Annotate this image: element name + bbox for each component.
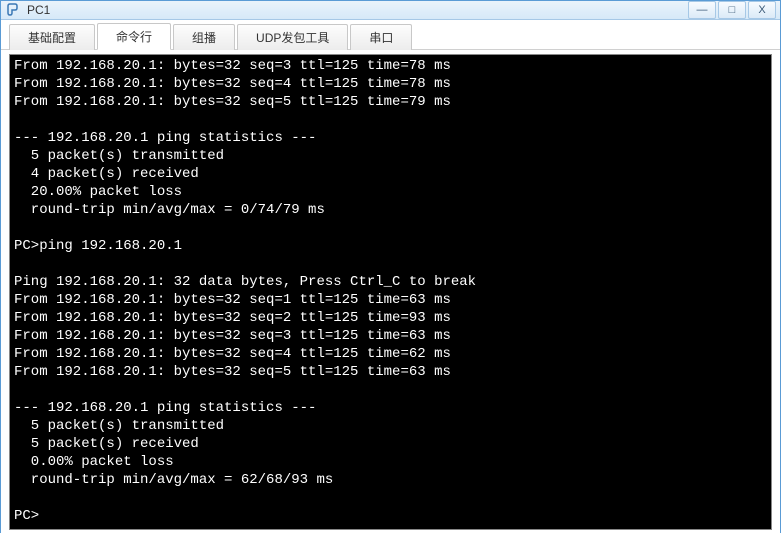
terminal-line bbox=[14, 111, 767, 129]
tab-serial[interactable]: 串口 bbox=[350, 24, 412, 50]
tab-command-line[interactable]: 命令行 bbox=[97, 23, 171, 50]
terminal-line bbox=[14, 219, 767, 237]
app-window: PC1 — □ X 基础配置 命令行 组播 UDP发包工具 串口 From 19… bbox=[0, 0, 781, 533]
terminal-line: round-trip min/avg/max = 0/74/79 ms bbox=[14, 201, 767, 219]
terminal-line: --- 192.168.20.1 ping statistics --- bbox=[14, 129, 767, 147]
terminal-line: From 192.168.20.1: bytes=32 seq=2 ttl=12… bbox=[14, 309, 767, 327]
terminal-line: From 192.168.20.1: bytes=32 seq=4 ttl=12… bbox=[14, 345, 767, 363]
terminal-line: 5 packet(s) transmitted bbox=[14, 147, 767, 165]
minimize-button[interactable]: — bbox=[688, 1, 716, 19]
terminal-line: PC>ping 192.168.20.1 bbox=[14, 237, 767, 255]
terminal-line: 0.00% packet loss bbox=[14, 453, 767, 471]
tab-udp-tool[interactable]: UDP发包工具 bbox=[237, 24, 348, 50]
terminal-line: Ping 192.168.20.1: 32 data bytes, Press … bbox=[14, 273, 767, 291]
terminal-line: --- 192.168.20.1 ping statistics --- bbox=[14, 399, 767, 417]
app-icon bbox=[5, 2, 21, 18]
close-button[interactable]: X bbox=[748, 1, 776, 19]
terminal-line: round-trip min/avg/max = 62/68/93 ms bbox=[14, 471, 767, 489]
terminal-line: From 192.168.20.1: bytes=32 seq=1 ttl=12… bbox=[14, 291, 767, 309]
window-title: PC1 bbox=[27, 3, 686, 17]
terminal-line: From 192.168.20.1: bytes=32 seq=3 ttl=12… bbox=[14, 327, 767, 345]
terminal-line: 5 packet(s) transmitted bbox=[14, 417, 767, 435]
window-controls: — □ X bbox=[686, 1, 776, 19]
terminal-line: 5 packet(s) received bbox=[14, 435, 767, 453]
terminal-line: 4 packet(s) received bbox=[14, 165, 767, 183]
terminal-line bbox=[14, 255, 767, 273]
terminal-line bbox=[14, 381, 767, 399]
terminal[interactable]: From 192.168.20.1: bytes=32 seq=3 ttl=12… bbox=[9, 54, 772, 530]
maximize-button[interactable]: □ bbox=[718, 1, 746, 19]
terminal-line bbox=[14, 489, 767, 507]
tabbar: 基础配置 命令行 组播 UDP发包工具 串口 bbox=[1, 20, 780, 50]
terminal-line: From 192.168.20.1: bytes=32 seq=3 ttl=12… bbox=[14, 57, 767, 75]
terminal-container: From 192.168.20.1: bytes=32 seq=3 ttl=12… bbox=[1, 50, 780, 538]
titlebar: PC1 — □ X bbox=[1, 1, 780, 20]
terminal-line: From 192.168.20.1: bytes=32 seq=5 ttl=12… bbox=[14, 93, 767, 111]
terminal-line: From 192.168.20.1: bytes=32 seq=5 ttl=12… bbox=[14, 363, 767, 381]
terminal-line: PC> bbox=[14, 507, 767, 525]
terminal-line: 20.00% packet loss bbox=[14, 183, 767, 201]
terminal-line: From 192.168.20.1: bytes=32 seq=4 ttl=12… bbox=[14, 75, 767, 93]
tab-multicast[interactable]: 组播 bbox=[173, 24, 235, 50]
tab-basic-config[interactable]: 基础配置 bbox=[9, 24, 95, 50]
